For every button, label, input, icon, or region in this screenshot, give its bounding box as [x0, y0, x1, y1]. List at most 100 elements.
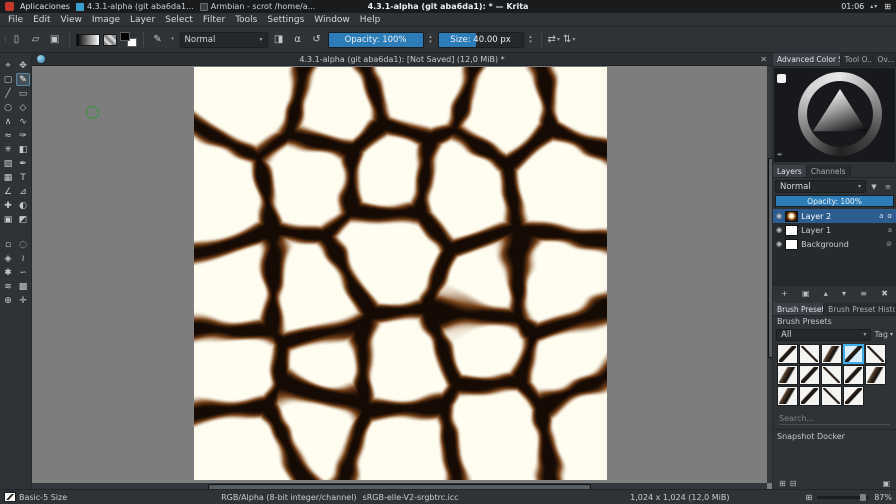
zoom-percentage[interactable]: 87%	[874, 493, 892, 502]
canvas-grid-icon[interactable]: ⊞	[806, 493, 813, 502]
tool-freehand-path[interactable]: ≈	[1, 129, 15, 142]
menu-window[interactable]: Window	[309, 15, 355, 25]
visibility-eye-icon[interactable]: ◉	[776, 240, 782, 248]
brush-size-spinner[interactable]: ▴▾	[527, 35, 535, 45]
layer-properties-icon[interactable]: ≡	[860, 289, 867, 298]
zoom-slider[interactable]	[817, 496, 869, 499]
layer-opacity-slider[interactable]: Opacity: 100%	[775, 195, 894, 207]
canvas-horizontal-scrollbar[interactable]	[32, 483, 767, 489]
tool-line[interactable]: ╱	[1, 87, 15, 100]
menu-file[interactable]: File	[3, 15, 28, 25]
dock-tab-brush-preset-history[interactable]: Brush Preset History	[824, 303, 896, 315]
alpha-inherit-icon[interactable]: a	[888, 226, 893, 234]
layer-view-options-icon[interactable]: ≡	[882, 181, 894, 193]
tool-polygon[interactable]: ◇	[16, 101, 30, 114]
docker-options-icon[interactable]: ▣	[882, 479, 890, 488]
tool-rectangle[interactable]: ▭	[16, 87, 30, 100]
preserve-alpha-icon[interactable]: α	[290, 32, 306, 48]
tool-select-polygonal[interactable]: ◈	[1, 252, 15, 265]
canvas-vertical-scrollbar[interactable]	[767, 66, 772, 483]
brush-preset[interactable]	[865, 344, 886, 364]
lock-icon[interactable]: ⊘	[886, 240, 893, 248]
visibility-eye-icon[interactable]: ◉	[776, 212, 782, 220]
distro-logo-icon[interactable]	[5, 2, 14, 11]
menu-layer[interactable]: Layer	[125, 15, 160, 25]
colorspace-label[interactable]: RGB/Alpha (8-bit integer/channel)	[221, 493, 356, 502]
brush-preset[interactable]	[821, 386, 842, 406]
pattern-chooser[interactable]	[103, 34, 117, 46]
move-layer-up-icon[interactable]: ▴	[824, 289, 828, 298]
menu-view[interactable]: View	[56, 15, 87, 25]
tool-freehand-brush[interactable]: ✎	[16, 73, 30, 86]
new-document-icon[interactable]: ▯	[9, 32, 25, 48]
tool-text[interactable]: T	[16, 171, 30, 184]
brush-preset[interactable]	[799, 386, 820, 406]
mirror-vertical-icon[interactable]: ⇅▾	[563, 34, 575, 45]
zoom-slider-thumb[interactable]	[860, 494, 866, 501]
applications-menu[interactable]: Aplicaciones	[20, 2, 70, 11]
panel-indicator-icons[interactable]: ▴▾	[870, 3, 878, 10]
tool-select-bezier[interactable]: ∽	[16, 266, 30, 279]
layer-row-layer-1[interactable]: ◉ Layer 1 a	[773, 223, 896, 237]
foreground-background-colors[interactable]	[120, 32, 137, 47]
tool-select-freehand[interactable]: ≀	[16, 252, 30, 265]
dock-tab-brush-presets[interactable]: Brush Presets	[773, 303, 824, 315]
tab-close-icon[interactable]: ✕	[760, 55, 767, 64]
tag-menu[interactable]: Tag ▾	[874, 330, 893, 339]
tool-gradient[interactable]: ▧	[1, 157, 15, 170]
toolbar-drag-handle[interactable]: ⁞	[4, 35, 6, 44]
workspace-grid-icon[interactable]: ⊞	[884, 2, 891, 11]
layer-blending-mode-select[interactable]: Normal ▾	[775, 180, 866, 193]
brush-preset-selected[interactable]	[843, 344, 864, 364]
gradient-chooser[interactable]	[76, 34, 100, 46]
brush-preset[interactable]	[777, 344, 798, 364]
brush-preset[interactable]	[777, 386, 798, 406]
brush-preset[interactable]	[821, 344, 842, 364]
taskbar-item-terminal[interactable]: Armbian - scrot /home/a...	[200, 2, 316, 11]
brush-preset[interactable]	[843, 386, 864, 406]
tool-pattern-edit[interactable]: ▦	[1, 171, 15, 184]
dock-tab-layers[interactable]: Layers	[773, 165, 807, 177]
tool-crop[interactable]: ▢	[1, 73, 15, 86]
tool-color-sampler[interactable]: ✒	[16, 157, 30, 170]
eyedropper-icon[interactable]: ✒	[777, 151, 783, 159]
layer-row-layer-2[interactable]: ◉ Layer 2 a α	[773, 209, 896, 223]
canvas-area[interactable]	[32, 66, 772, 489]
color-profile-label[interactable]: sRGB-elle-V2-srgbtrc.icc	[363, 493, 459, 502]
tool-assistants[interactable]: ⊿	[16, 185, 30, 198]
menu-edit[interactable]: Edit	[28, 15, 55, 25]
dock-tab-advanced-color-selector[interactable]: Advanced Color S...	[773, 53, 841, 66]
tool-zoom[interactable]: ⊕	[1, 294, 15, 307]
dock-tab-tool-options[interactable]: Tool O...	[841, 53, 874, 66]
canvas-image[interactable]	[194, 67, 607, 480]
tool-select-rectangular[interactable]: ▫	[1, 238, 15, 251]
tool-select-opaque[interactable]: ▩	[16, 280, 30, 293]
preset-tag-filter-select[interactable]: All ▾	[776, 329, 871, 341]
brush-size-slider[interactable]: Size: 40.00 px	[438, 32, 524, 48]
tool-select-similar-color[interactable]: ✱	[1, 266, 15, 279]
advanced-color-selector[interactable]: ✒	[774, 68, 895, 162]
tool-select-magnetic[interactable]: ≋	[1, 280, 15, 293]
open-document-icon[interactable]: ▱	[28, 32, 44, 48]
snapshot-new-icon[interactable]: ⊞	[779, 479, 786, 488]
tool-colorize-mask[interactable]: ◐	[16, 199, 30, 212]
preset-search-input[interactable]	[779, 412, 890, 425]
add-layer-icon[interactable]: +	[781, 289, 788, 298]
tool-move[interactable]: ✥	[16, 59, 30, 72]
reload-preset-icon[interactable]: ↺	[309, 32, 325, 48]
current-color-swatch[interactable]	[777, 74, 786, 83]
menu-filter[interactable]: Filter	[198, 15, 230, 25]
tool-select-elliptical[interactable]: ◌	[16, 238, 30, 251]
menu-help[interactable]: Help	[355, 15, 386, 25]
tool-pan[interactable]: ✛	[16, 294, 30, 307]
color-wheel[interactable]	[798, 72, 882, 156]
brush-preset[interactable]	[821, 365, 842, 385]
document-tab[interactable]: 4.3.1-alpha (git aba6da1): [Not Saved] (…	[32, 53, 772, 66]
current-brush-chip[interactable]: Basic-5 Size	[4, 492, 67, 502]
move-layer-down-icon[interactable]: ▾	[842, 289, 846, 298]
layer-row-background[interactable]: ◉ Background ⊘	[773, 237, 896, 251]
save-icon[interactable]: ▣	[47, 32, 63, 48]
tool-smart-patch[interactable]: ✚	[1, 199, 15, 212]
tool-fill[interactable]: ◧	[16, 143, 30, 156]
alpha-lock-icon[interactable]: α	[887, 212, 893, 220]
